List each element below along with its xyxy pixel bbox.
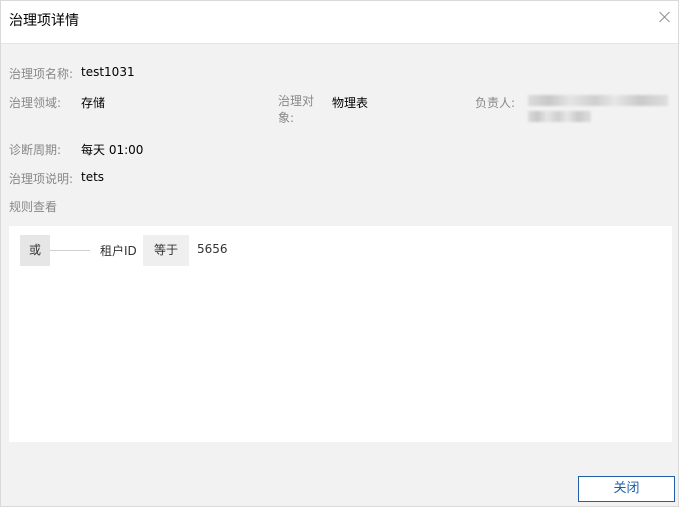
domain-value: 存储 — [81, 96, 106, 110]
close-icon[interactable] — [659, 11, 671, 23]
dialog-header: 治理项详情 — [1, 1, 678, 44]
logic-operator-badge: 或 — [20, 235, 50, 266]
object-label: 治理对象: — [278, 94, 315, 125]
description-label: 治理项说明: — [9, 172, 74, 186]
rule-value: 5656 — [197, 242, 228, 256]
rule-field: 租户ID — [100, 244, 137, 258]
period-label: 诊断周期: — [9, 143, 62, 157]
name-label: 治理项名称: — [9, 67, 74, 81]
rule-connector-line — [50, 250, 90, 251]
description-value: tets — [81, 170, 105, 184]
period-value: 每天 01:00 — [81, 143, 144, 157]
owner-value-redacted — [528, 95, 668, 127]
domain-label: 治理领域: — [9, 96, 62, 110]
rule-operator: 等于 — [143, 235, 189, 266]
object-value: 物理表 — [332, 96, 369, 110]
rule-panel: 或 租户ID 等于 5656 — [9, 226, 672, 442]
governance-item-detail-dialog: 治理项详情 治理项名称: test1031 治理领域: 存储 治理对象: 物理表… — [0, 0, 679, 507]
dialog-title: 治理项详情 — [9, 13, 79, 29]
close-button[interactable]: 关闭 — [578, 476, 675, 502]
rules-section-label: 规则查看 — [9, 200, 58, 214]
name-value: test1031 — [81, 65, 135, 79]
owner-label: 负责人: — [475, 96, 516, 110]
